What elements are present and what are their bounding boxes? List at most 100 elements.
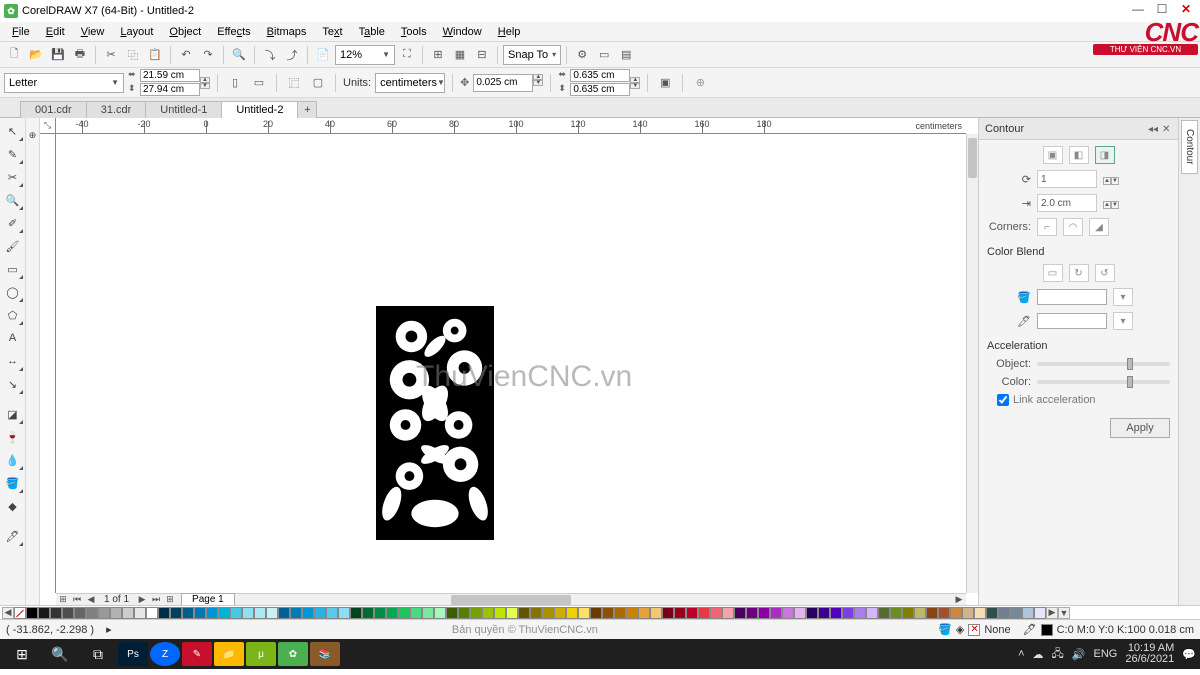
menu-layout[interactable]: Layout: [112, 24, 161, 40]
prev-page-button[interactable]: ◀: [84, 594, 98, 606]
color-swatch[interactable]: [650, 607, 662, 619]
color-swatch[interactable]: [854, 607, 866, 619]
portrait-button[interactable]: ▯: [225, 73, 245, 93]
dup-spinner[interactable]: ▲▼: [630, 77, 640, 89]
task-view-button[interactable]: ⧉: [80, 639, 116, 669]
color-swatch[interactable]: [182, 607, 194, 619]
offset-spinner[interactable]: ▲▼: [1103, 197, 1113, 209]
freehand-tool[interactable]: ✐: [2, 212, 24, 234]
color-swatch[interactable]: [638, 607, 650, 619]
landscape-button[interactable]: ▭: [249, 73, 269, 93]
scrollbar-vertical[interactable]: [966, 134, 978, 593]
color-swatch[interactable]: [698, 607, 710, 619]
no-color-swatch[interactable]: [14, 607, 26, 619]
artwork-floral-panel[interactable]: [376, 306, 494, 540]
menu-text[interactable]: Text: [314, 24, 350, 40]
color-swatch[interactable]: [314, 607, 326, 619]
color-swatch[interactable]: [446, 607, 458, 619]
page-height-input[interactable]: 27.94 cm: [140, 83, 200, 96]
menu-view[interactable]: View: [73, 24, 113, 40]
color-swatch[interactable]: [494, 607, 506, 619]
polygon-tool[interactable]: ⬠: [2, 304, 24, 326]
add-page-before-button[interactable]: ⊞: [56, 594, 70, 606]
copy-button[interactable]: ⿻: [123, 45, 143, 65]
color-swatch[interactable]: [782, 607, 794, 619]
taskbar-app-photoshop[interactable]: Ps: [118, 642, 148, 666]
fill-color-swatch[interactable]: [1037, 289, 1107, 305]
color-swatch[interactable]: [350, 607, 362, 619]
color-swatch[interactable]: [566, 607, 578, 619]
color-swatch[interactable]: [482, 607, 494, 619]
corner-miter-button[interactable]: ⌐: [1037, 218, 1057, 236]
shape-tool[interactable]: ✎: [2, 143, 24, 165]
undo-button[interactable]: ↶: [176, 45, 196, 65]
menu-table[interactable]: Table: [351, 24, 393, 40]
treat-as-filled-button[interactable]: ▣: [655, 73, 675, 93]
dup-x-input[interactable]: 0.635 cm: [570, 69, 630, 82]
maximize-button[interactable]: ☐: [1152, 1, 1172, 17]
color-swatch[interactable]: [218, 607, 230, 619]
color-swatch[interactable]: [98, 607, 110, 619]
first-page-button[interactable]: ⏮: [70, 594, 84, 606]
color-swatch[interactable]: [986, 607, 998, 619]
show-rulers-button[interactable]: ⊞: [428, 45, 448, 65]
color-swatch[interactable]: [530, 607, 542, 619]
to-center-button[interactable]: ▣: [1043, 146, 1063, 164]
color-swatch[interactable]: [962, 607, 974, 619]
taskbar-app-zalo[interactable]: Z: [150, 642, 180, 666]
color-swatch[interactable]: [410, 607, 422, 619]
outline-indicator[interactable]: 🖊 C:0 M:0 Y:0 K:100 0.018 cm: [1023, 623, 1194, 636]
color-swatch[interactable]: [554, 607, 566, 619]
color-swatch[interactable]: [194, 607, 206, 619]
color-swatch[interactable]: [878, 607, 890, 619]
fill-color-picker-button[interactable]: ▾: [1113, 288, 1133, 306]
color-swatch[interactable]: [626, 607, 638, 619]
nudge-spinner[interactable]: ▲▼: [533, 74, 543, 92]
outline-color-picker-button[interactable]: ▾: [1113, 312, 1133, 330]
color-swatch[interactable]: [746, 607, 758, 619]
color-swatch[interactable]: [62, 607, 74, 619]
add-preset-button[interactable]: ⊕: [690, 73, 710, 93]
color-swatch[interactable]: [770, 607, 782, 619]
doc-tab[interactable]: 31.cdr: [86, 101, 147, 118]
paper-size-combo[interactable]: Letter ▼: [4, 73, 124, 93]
fullscreen-button[interactable]: ⛶: [397, 45, 417, 65]
ruler-horizontal[interactable]: centimeters -40-200204060801001201401601…: [56, 118, 966, 134]
docker-tab-contour[interactable]: Contour: [1181, 120, 1198, 174]
outline-color-swatch[interactable]: [1037, 313, 1107, 329]
tray-chevron-icon[interactable]: ˄: [1018, 648, 1024, 660]
color-swatch[interactable]: [662, 607, 674, 619]
taskbar-app-explorer[interactable]: 📁: [214, 642, 244, 666]
page-width-input[interactable]: 21.59 cm: [140, 69, 200, 82]
palette-expand[interactable]: ▼: [1058, 607, 1070, 619]
color-swatch[interactable]: [326, 607, 338, 619]
outside-button[interactable]: ◨: [1095, 146, 1115, 164]
last-page-button[interactable]: ⏭: [149, 594, 163, 606]
tray-language[interactable]: ENG: [1094, 648, 1118, 660]
color-swatch[interactable]: [926, 607, 938, 619]
current-page-button[interactable]: ▢: [308, 73, 328, 93]
parallel-dim-tool[interactable]: ↔: [2, 350, 24, 372]
menu-window[interactable]: Window: [435, 24, 490, 40]
color-swatch[interactable]: [38, 607, 50, 619]
color-swatch[interactable]: [254, 607, 266, 619]
color-swatch[interactable]: [386, 607, 398, 619]
add-page-after-button[interactable]: ⊞: [163, 594, 177, 606]
page-dim-spinner[interactable]: ▲▼: [200, 77, 210, 89]
text-tool[interactable]: A: [2, 327, 24, 349]
new-button[interactable]: 🗋: [4, 45, 24, 65]
color-swatch[interactable]: [458, 607, 470, 619]
launch-button[interactable]: ▭: [594, 45, 614, 65]
color-swatch[interactable]: [518, 607, 530, 619]
tray-volume-icon[interactable]: 🔊: [1072, 648, 1086, 661]
show-grid-button[interactable]: ▦: [450, 45, 470, 65]
color-swatch[interactable]: [542, 607, 554, 619]
close-button[interactable]: ✕: [1176, 1, 1196, 17]
doc-tab[interactable]: 001.cdr: [20, 101, 87, 118]
menu-edit[interactable]: Edit: [38, 24, 73, 40]
docker-close-button[interactable]: ✕: [1162, 124, 1172, 134]
ruler-origin[interactable]: ⤡: [40, 118, 56, 134]
color-swatch[interactable]: [242, 607, 254, 619]
units-combo[interactable]: centimeters ▼: [375, 73, 445, 93]
scrollbar-horizontal[interactable]: [237, 595, 950, 605]
